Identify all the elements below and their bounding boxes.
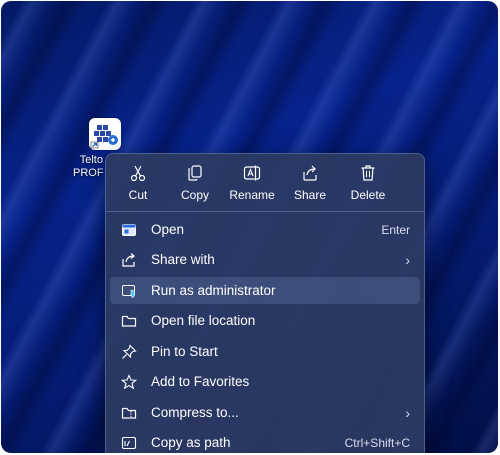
folder-icon	[119, 311, 139, 331]
share-icon	[303, 165, 317, 181]
menu-item-copy-as-path[interactable]: Copy as path Ctrl+Shift+C	[110, 429, 420, 453]
chevron-right-icon: ›	[405, 251, 410, 268]
desktop: Telto PROFI Cut Copy	[1, 1, 498, 453]
menu-item-add-to-favorites[interactable]: Add to Favorites	[110, 368, 420, 395]
shield-window-icon	[119, 281, 139, 301]
menu-item-run-as-administrator[interactable]: Run as administrator	[110, 277, 420, 304]
context-toolbar: Cut Copy Rename Share Delete	[106, 154, 424, 210]
trash-icon	[361, 165, 375, 181]
share-button[interactable]: Share	[282, 160, 338, 206]
path-icon	[119, 433, 139, 453]
menu-item-label: Pin to Start	[151, 344, 218, 359]
label-line-2: PROFI	[73, 167, 103, 179]
share-icon	[119, 250, 139, 270]
menu-item-label: Run as administrator	[151, 283, 276, 298]
scissors-icon	[130, 165, 146, 182]
copy-icon	[188, 165, 202, 181]
rename-button[interactable]: Rename	[224, 160, 280, 206]
delete-label: Delete	[350, 188, 386, 202]
menu-item-label: Add to Favorites	[151, 374, 250, 389]
star-icon	[119, 372, 139, 392]
shortcut-text: Enter	[381, 222, 410, 237]
rename-label: Rename	[229, 188, 275, 202]
copy-label: Copy	[180, 188, 209, 202]
menu-item-label: Open	[151, 222, 185, 237]
context-menu: Cut Copy Rename Share Delete Open Enter …	[105, 153, 425, 453]
menu-divider	[106, 211, 424, 212]
zip-folder-icon	[119, 403, 139, 423]
delete-button[interactable]: Delete	[340, 160, 396, 206]
shortcut-text: Ctrl+Shift+C	[344, 435, 410, 450]
menu-item-share-with[interactable]: Share with ›	[110, 246, 420, 273]
desktop-shortcut-label: Telto PROFI	[73, 154, 103, 180]
menu-item-label: Open file location	[151, 313, 256, 328]
chevron-right-icon: ›	[405, 404, 410, 421]
menu-item-pin-to-start[interactable]: Pin to Start	[110, 338, 420, 365]
copy-button[interactable]: Copy	[167, 160, 223, 206]
app-shortcut-icon[interactable]	[89, 118, 121, 150]
cut-label: Cut	[128, 188, 148, 202]
pin-icon	[119, 342, 139, 362]
menu-item-label: Copy as path	[151, 435, 231, 450]
menu-item-label: Share with	[151, 252, 215, 267]
share-label: Share	[293, 188, 327, 202]
menu-item-compress-to[interactable]: Compress to... ›	[110, 399, 420, 426]
rename-icon	[243, 165, 261, 181]
open-window-icon	[119, 220, 139, 240]
label-line-1: Telto	[79, 154, 103, 166]
menu-item-open[interactable]: Open Enter	[110, 216, 420, 243]
menu-item-label: Compress to...	[151, 405, 239, 420]
cut-button[interactable]: Cut	[110, 160, 166, 206]
menu-item-open-file-location[interactable]: Open file location	[110, 307, 420, 334]
